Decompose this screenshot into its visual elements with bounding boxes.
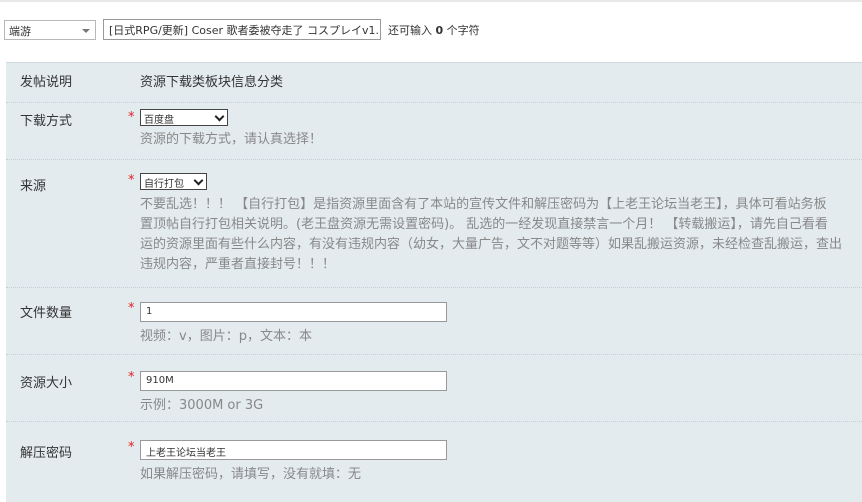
title-input[interactable]: [日式RPG/更新] Coser 歌者委被夺走了 コスプレイv1.11 xyxy=(103,19,381,40)
intro-text: 资源下载类板块信息分类 xyxy=(140,75,284,90)
source-hint-line: 置顶帖自行打包相关说明。(老王盘资源无需设置密码)。 乱选的一经发现直接禁言一个… xyxy=(140,217,828,232)
download-label: 下载方式 xyxy=(20,114,73,129)
row-intro: 发帖说明 资源下载类板块信息分类 xyxy=(6,63,862,103)
category-select-value: 端游 xyxy=(9,25,31,38)
file-count-label: 文件数量 xyxy=(20,306,73,321)
remain-suffix: 个字符 xyxy=(446,24,480,37)
file-count-hint: 视频：v，图片：p，文本：本 xyxy=(140,329,312,344)
password-label: 解压密码 xyxy=(20,446,73,461)
required-mark: * xyxy=(128,110,135,125)
chevron-down-icon xyxy=(193,175,204,186)
row-file-count: 文件数量 * 1 视频：v，图片：p，文本：本 xyxy=(6,288,862,355)
remain-count: 0 xyxy=(435,24,444,37)
category-select[interactable]: 端游 xyxy=(4,20,96,40)
required-mark: * xyxy=(128,440,135,455)
file-count-input[interactable]: 1 xyxy=(140,302,447,322)
top-divider xyxy=(0,0,862,2)
password-hint: 如果解压密码，请填写，没有就填：无 xyxy=(140,467,362,482)
row-unzip-password: 解压密码 * 上老王论坛当老王 如果解压密码，请填写，没有就填：无 xyxy=(6,422,862,502)
resource-info-form: 发帖说明 资源下载类板块信息分类 下载方式 * 百度盘 资源的下载方式，请认真选… xyxy=(6,62,862,502)
size-label: 资源大小 xyxy=(20,376,73,391)
chevron-down-icon xyxy=(214,111,225,122)
source-label: 来源 xyxy=(20,179,47,194)
download-method-select[interactable]: 百度盘 xyxy=(140,109,228,126)
source-hint-line: 运的资源里面有些什么内容，有没有违规内容（幼女，大量广告，文不对题等等）如果乱搬… xyxy=(140,237,843,252)
source-hint-line: 违规内容，严重者直接封号！！！ xyxy=(140,257,336,272)
source-select[interactable]: 自行打包 xyxy=(140,173,207,190)
source-hint: 不要乱选！！！ 【自行打包】是指资源里面含有了本站的宣传文件和解压密码为【上老王… xyxy=(140,195,862,275)
source-select-value: 自行打包 xyxy=(144,179,184,190)
row-resource-size: 资源大小 * 910M 示例：3000M or 3G xyxy=(6,355,862,422)
download-hint: 资源的下载方式，请认真选择！ xyxy=(140,132,323,147)
required-mark: * xyxy=(128,370,135,385)
row-download-method: 下载方式 * 百度盘 资源的下载方式，请认真选择！ xyxy=(6,103,862,160)
intro-label: 发帖说明 xyxy=(20,75,73,90)
resource-size-input[interactable]: 910M xyxy=(140,371,447,391)
char-remaining: 还可输入 0 个字符 xyxy=(388,22,480,38)
required-mark: * xyxy=(128,301,135,316)
chevron-down-icon xyxy=(82,29,90,33)
source-hint-line: 不要乱选！！！ 【自行打包】是指资源里面含有了本站的宣传文件和解压密码为【上老王… xyxy=(140,197,827,212)
remain-prefix: 还可输入 xyxy=(388,24,432,37)
download-method-value: 百度盘 xyxy=(144,115,174,126)
row-source: 来源 * 自行打包 不要乱选！！！ 【自行打包】是指资源里面含有了本站的宣传文件… xyxy=(6,160,862,288)
required-mark: * xyxy=(128,173,135,188)
unzip-password-input[interactable]: 上老王论坛当老王 xyxy=(140,440,447,460)
size-hint: 示例：3000M or 3G xyxy=(140,398,264,413)
title-bar: 端游 [日式RPG/更新] Coser 歌者委被夺走了 コスプレイv1.11 还… xyxy=(0,0,862,62)
